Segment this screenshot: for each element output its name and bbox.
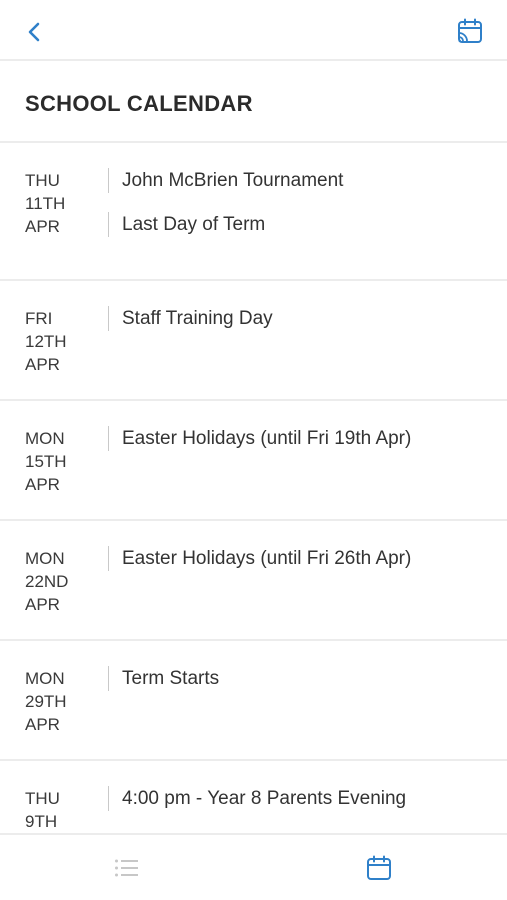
day-date: THU 11TH APR: [25, 169, 65, 238]
calendar-event[interactable]: Staff Training Day: [108, 306, 498, 331]
calendar-event[interactable]: Last Day of Term: [108, 212, 498, 237]
calendar-day-row: MON 15TH APR Easter Holidays (until Fri …: [0, 401, 507, 521]
day-date: MON 15TH APR: [25, 427, 67, 496]
day-events: Easter Holidays (until Fri 19th Apr): [108, 426, 498, 470]
tab-list-view[interactable]: [110, 851, 144, 885]
day-date: MON 29TH APR: [25, 667, 67, 736]
calendar-day-row: MON 22ND APR Easter Holidays (until Fri …: [0, 521, 507, 641]
day-month: APR: [25, 475, 60, 494]
calendar-event[interactable]: John McBrien Tournament: [108, 168, 498, 193]
calendar-cast-icon: [458, 18, 482, 43]
day-weekday: THU: [25, 789, 60, 808]
day-weekday: MON: [25, 549, 65, 568]
calendar-icon: [367, 855, 391, 880]
calendar-event[interactable]: 4:00 pm - Year 8 Parents Evening: [108, 786, 498, 811]
bottom-tab-bar: [0, 833, 507, 900]
title-section: SCHOOL CALENDAR: [0, 61, 507, 143]
day-weekday: THU: [25, 171, 60, 190]
day-weekday: MON: [25, 669, 65, 688]
day-number: 9TH: [25, 812, 58, 831]
day-events: Staff Training Day: [108, 306, 498, 350]
calendar-event[interactable]: Easter Holidays (until Fri 19th Apr): [108, 426, 498, 451]
top-bar: [0, 0, 507, 61]
day-events: 4:00 pm - Year 8 Parents Evening: [108, 786, 498, 830]
day-number: 11TH: [25, 194, 66, 213]
calendar-event[interactable]: Term Starts: [108, 666, 498, 691]
calendar-day-row: FRI 12TH APR Staff Training Day: [0, 281, 507, 401]
day-weekday: FRI: [25, 309, 53, 328]
calendar-list[interactable]: THU 11TH APR John McBrien Tournament Las…: [0, 143, 507, 833]
calendar-subscribe-button[interactable]: [453, 14, 487, 48]
day-events: Term Starts: [108, 666, 498, 710]
day-events: John McBrien Tournament Last Day of Term: [108, 168, 498, 256]
day-weekday: MON: [25, 429, 65, 448]
calendar-event[interactable]: Easter Holidays (until Fri 26th Apr): [108, 546, 498, 571]
day-month: APR: [25, 595, 60, 614]
back-button[interactable]: [18, 16, 50, 48]
day-events: Easter Holidays (until Fri 26th Apr): [108, 546, 498, 590]
day-number: 29TH: [25, 692, 67, 711]
day-month: APR: [25, 715, 60, 734]
list-icon: [115, 859, 138, 877]
day-month: APR: [25, 217, 60, 236]
calendar-day-row: THU 11TH APR John McBrien Tournament Las…: [0, 143, 507, 281]
day-number: 22ND: [25, 572, 69, 591]
day-date: FRI 12TH APR: [25, 307, 67, 376]
school-calendar-screen: SCHOOL CALENDAR THU 11TH APR John McBrie…: [0, 0, 507, 900]
day-number: 15TH: [25, 452, 67, 471]
chevron-left-icon: [28, 22, 40, 42]
day-date: THU 9TH: [25, 787, 60, 833]
day-number: 12TH: [25, 332, 67, 351]
day-month: APR: [25, 355, 60, 374]
page-title: SCHOOL CALENDAR: [25, 91, 253, 116]
calendar-day-row: THU 9TH 4:00 pm - Year 8 Parents Evening: [0, 761, 507, 833]
calendar-day-row: MON 29TH APR Term Starts: [0, 641, 507, 761]
day-date: MON 22ND APR: [25, 547, 68, 616]
tab-calendar-view[interactable]: [362, 851, 396, 885]
